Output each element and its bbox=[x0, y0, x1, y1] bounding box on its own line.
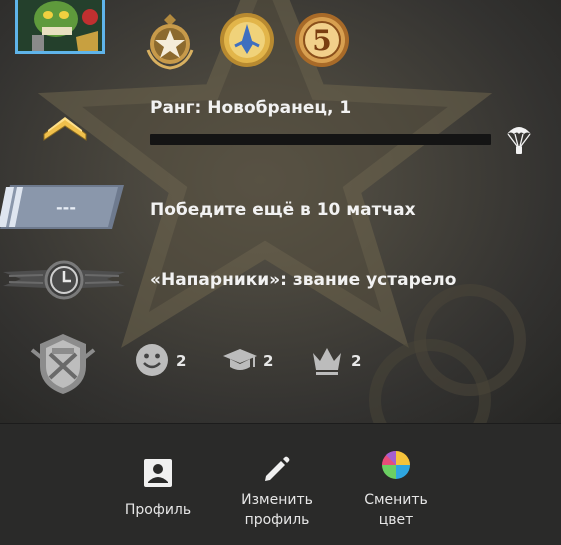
change-color-label-line1: Сменить bbox=[364, 492, 428, 508]
wingman-expired-clock-icon bbox=[3, 260, 125, 300]
competitive-wins-needed: Победите ещё в 10 матчах bbox=[150, 200, 416, 220]
graduation-cap-icon bbox=[223, 349, 257, 370]
svg-text:5: 5 bbox=[312, 24, 331, 57]
rank-title: Ранг: Новобранец, 1 bbox=[150, 98, 352, 118]
commendation-teacher-count: 2 bbox=[263, 352, 274, 370]
five-year-service-star-medal-icon[interactable] bbox=[140, 10, 200, 70]
wingman-rank-status: «Напарники»: звание устарело bbox=[150, 270, 457, 290]
parachute-icon[interactable] bbox=[505, 122, 533, 156]
unranked-badge-text: --- bbox=[56, 198, 76, 217]
profile-card-icon bbox=[144, 459, 172, 487]
edit-profile-button[interactable]: Изменить профиль bbox=[227, 454, 327, 534]
commendation-friendly-count: 2 bbox=[176, 352, 187, 370]
rank-chevron-icon bbox=[43, 117, 87, 141]
profile-button[interactable]: Профиль bbox=[108, 454, 208, 524]
smiley-face-icon bbox=[136, 344, 168, 376]
profile-action-bar: Профиль Изменить профиль Сменить цвет bbox=[0, 423, 561, 545]
change-color-button[interactable]: Сменить цвет bbox=[346, 450, 446, 534]
xp-progress-bar bbox=[150, 134, 491, 145]
avatar[interactable] bbox=[15, 0, 105, 54]
commendation-leader-count: 2 bbox=[351, 352, 362, 370]
operation-coin-medal-icon[interactable] bbox=[217, 10, 277, 70]
crossed-rifles-emblem-icon bbox=[30, 334, 96, 394]
number-5-coin-medal-icon[interactable]: 5 bbox=[292, 10, 352, 70]
change-color-label-line2: цвет bbox=[378, 512, 414, 528]
crown-icon bbox=[313, 348, 341, 375]
unranked-competitive-badge-icon: --- bbox=[0, 185, 124, 229]
edit-profile-label-line1: Изменить bbox=[241, 492, 313, 508]
color-wheel-icon bbox=[382, 450, 410, 479]
edit-profile-label-line2: профиль bbox=[244, 512, 310, 528]
profile-button-label: Профиль bbox=[124, 502, 192, 518]
profile-panel: 5 Ранг: Новобранец, 1 --- Победите ещё в… bbox=[0, 0, 561, 423]
pencil-icon bbox=[265, 456, 290, 481]
